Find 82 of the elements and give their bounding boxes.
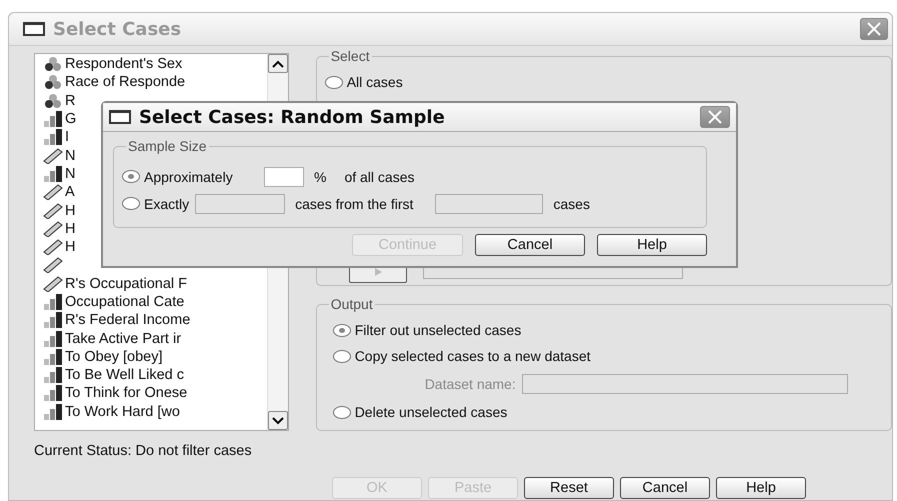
close-button[interactable]: [860, 18, 888, 40]
radio-button[interactable]: [332, 350, 351, 362]
nominal-icon: [43, 74, 63, 90]
ruler-icon: [43, 184, 63, 200]
option-label: Delete unselected cases: [354, 404, 508, 420]
variable-name[interactable]: A: [65, 184, 75, 200]
radio-button[interactable]: [332, 324, 351, 336]
close-icon: [866, 22, 882, 36]
variable-name[interactable]: To Be Well Liked c: [65, 367, 184, 384]
group-legend: Sample Size: [126, 138, 209, 154]
count-field[interactable]: [195, 194, 286, 214]
middle-label: cases from the first: [295, 196, 414, 212]
ordinal-icon: [43, 348, 63, 365]
ordinal-icon: [43, 385, 63, 402]
option-label: All cases: [346, 74, 403, 90]
ruler-icon: [43, 220, 63, 237]
ordinal-icon: [43, 367, 63, 384]
ruler-icon: [43, 276, 63, 292]
scroll-down-button[interactable]: [268, 411, 288, 430]
nominal-icon: [43, 56, 63, 72]
ruler-icon: [43, 239, 63, 256]
dialog-button[interactable]: Cancel: [620, 477, 710, 499]
radio-button[interactable]: [332, 406, 351, 418]
variable-name[interactable]: To Work Hard [wo: [65, 404, 180, 420]
variable-name[interactable]: To Think for Onese: [65, 385, 188, 402]
total-field[interactable]: [435, 194, 544, 214]
radio-button[interactable]: [122, 197, 140, 210]
ordinal-icon: [43, 129, 63, 146]
variable-name[interactable]: Race of Responde: [65, 74, 186, 90]
variable-name[interactable]: R: [65, 92, 76, 109]
ordinal-icon: [43, 312, 63, 328]
option-label: Copy selected cases to a new dataset: [354, 348, 590, 364]
ruler-icon: [43, 148, 63, 164]
variable-name[interactable]: I: [65, 129, 70, 146]
option-label: Filter out unselected cases: [354, 322, 522, 338]
dialog-button[interactable]: Cancel: [475, 234, 585, 256]
suffix-label: of all cases: [344, 168, 414, 184]
caret-down-icon: [272, 416, 284, 424]
variable-name[interactable]: Occupational Cate: [65, 294, 184, 310]
percent-field[interactable]: [264, 166, 304, 186]
variable-name[interactable]: N: [65, 148, 76, 164]
ordinal-icon: [43, 404, 63, 420]
triangle-right-icon: [372, 267, 383, 277]
close-button[interactable]: [700, 106, 730, 128]
suffix-label: cases: [553, 196, 590, 212]
variable-name[interactable]: N: [65, 166, 76, 182]
status-text: Current Status: Do not filter cases: [34, 443, 253, 461]
scroll-up-button[interactable]: [268, 54, 288, 73]
unit-label: %: [314, 168, 326, 184]
nominal-icon: [43, 92, 63, 109]
ruler-icon: [43, 202, 63, 219]
variable-name[interactable]: R's Federal Income: [65, 312, 190, 328]
window-icon: [23, 22, 45, 36]
ordinal-icon: [43, 111, 63, 128]
option-label: Exactly: [144, 196, 190, 212]
radio-button[interactable]: [122, 170, 140, 183]
variable-name[interactable]: R's Occupational F: [65, 276, 188, 292]
ordinal-icon: [43, 294, 63, 310]
window-title: Select Cases: [53, 18, 182, 40]
variable-name[interactable]: Respondent's Sex: [65, 56, 182, 72]
dataset-name-field[interactable]: [522, 374, 848, 394]
group-legend: Select: [328, 48, 372, 64]
dialog-button[interactable]: Help: [597, 234, 707, 256]
variable-name[interactable]: H: [65, 220, 76, 237]
variable-name[interactable]: H: [65, 202, 76, 219]
group-legend: Output: [328, 296, 375, 312]
variable-name[interactable]: G: [65, 111, 76, 128]
option-label: Approximately: [144, 168, 234, 184]
variable-name[interactable]: To Obey [obey]: [65, 348, 163, 365]
variable-name[interactable]: Take Active Part ir: [65, 330, 182, 347]
caret-up-icon: [272, 60, 284, 68]
dataset-label: Dataset name:: [424, 376, 516, 392]
window-icon: [109, 110, 131, 124]
ordinal-icon: [43, 330, 63, 347]
ruler-icon: [43, 257, 63, 274]
variable-name[interactable]: H: [65, 239, 76, 256]
close-icon: [707, 110, 723, 124]
ordinal-icon: [43, 166, 63, 182]
radio-button[interactable]: [324, 76, 343, 88]
dialog-title: Select Cases: Random Sample: [139, 106, 446, 128]
dialog-button[interactable]: Help: [716, 477, 806, 499]
dialog-button[interactable]: Reset: [524, 477, 614, 499]
